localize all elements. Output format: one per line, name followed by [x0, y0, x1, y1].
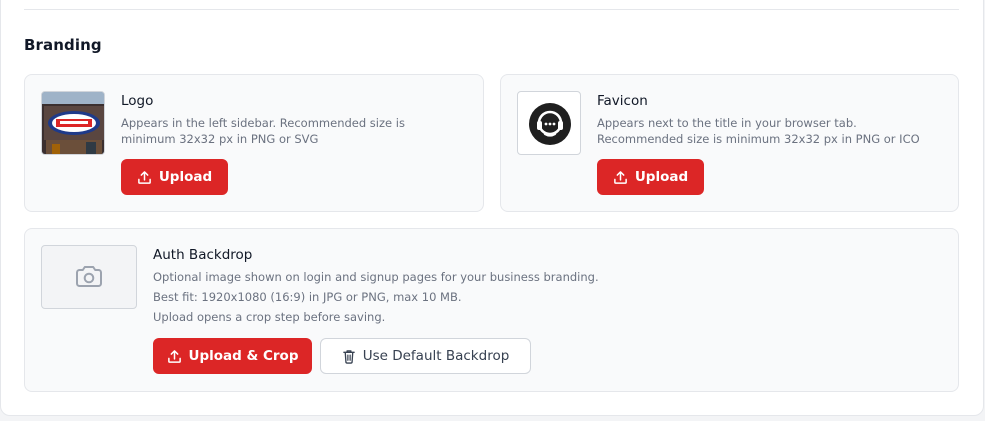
auth-backdrop-description-2: Best fit: 1920x1080 (16:9) in JPG or PNG…	[153, 290, 462, 304]
auth-backdrop-title: Auth Backdrop	[153, 247, 253, 263]
logo-upload-button[interactable]: Upload	[121, 159, 228, 195]
use-default-backdrop-button[interactable]: Use Default Backdrop	[320, 338, 531, 374]
logo-preview	[41, 91, 105, 155]
upload-icon	[167, 349, 181, 363]
upload-icon	[137, 170, 151, 184]
favicon-description: Appears next to the title in your browse…	[597, 116, 920, 146]
favicon-preview	[517, 91, 581, 155]
logo-panel: Logo Appears in the left sidebar. Recomm…	[24, 74, 484, 212]
logo-preview-image	[42, 92, 104, 154]
upload-crop-label: Upload & Crop	[188, 348, 299, 364]
favicon-panel: Favicon Appears next to the title in you…	[500, 74, 959, 212]
upload-icon	[613, 170, 627, 184]
favicon-title: Favicon	[597, 93, 648, 109]
auth-backdrop-preview	[41, 245, 137, 309]
favicon-upload-label: Upload	[634, 169, 689, 185]
auth-backdrop-description-3: Upload opens a crop step before saving.	[153, 310, 386, 324]
trash-icon	[342, 349, 355, 364]
logo-description: Appears in the left sidebar. Recommended…	[121, 116, 405, 146]
camera-icon	[76, 266, 102, 287]
section-divider	[24, 9, 959, 10]
logo-title: Logo	[121, 93, 154, 109]
section-title: Branding	[24, 36, 102, 54]
favicon-upload-button[interactable]: Upload	[597, 159, 704, 195]
headset-icon	[529, 103, 571, 145]
use-default-backdrop-label: Use Default Backdrop	[362, 348, 510, 364]
upload-crop-button[interactable]: Upload & Crop	[153, 338, 312, 374]
auth-backdrop-description-1: Optional image shown on login and signup…	[153, 270, 599, 284]
logo-upload-label: Upload	[158, 169, 213, 185]
auth-backdrop-panel: Auth Backdrop Optional image shown on lo…	[24, 228, 959, 392]
